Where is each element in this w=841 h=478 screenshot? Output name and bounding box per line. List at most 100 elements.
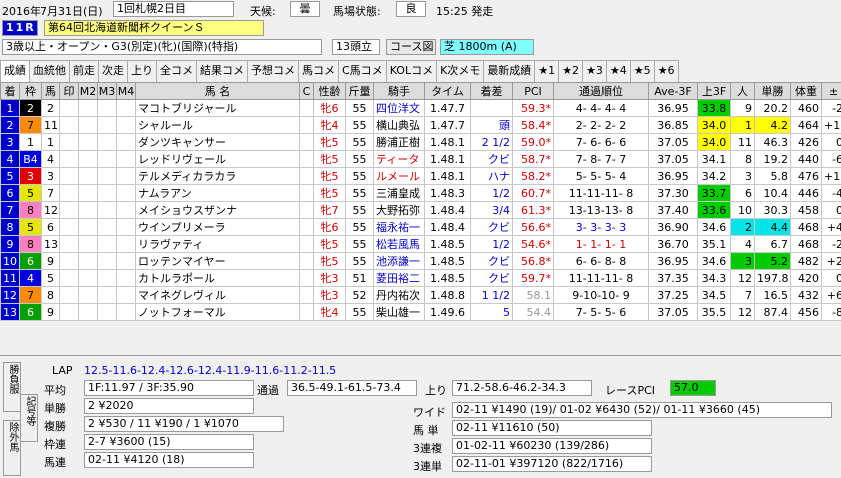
- tab-9[interactable]: C馬コメ: [338, 60, 387, 82]
- table-row[interactable]: 4 B4 4 レッドリヴェール 牝5 55 ティータ 1.48.1 クビ 58.7* 7- 8- 7…: [0, 150, 841, 168]
- column-header[interactable]: C: [299, 82, 314, 100]
- tab-10[interactable]: KOLコメ: [385, 60, 438, 82]
- cell-単: 87.4: [754, 303, 791, 321]
- cell-体: 456: [790, 303, 822, 321]
- tab-3[interactable]: 次走: [98, 60, 128, 82]
- table-row[interactable]: 2 7 11 シャルール 牝4 55 横山典弘 1.47.7 頭 58.4* 2- 2- 2- 23…: [0, 116, 841, 134]
- wide-value: 02-11 ¥1490 (19)/ 01-02 ¥6430 (52)/ 01-1…: [452, 402, 832, 418]
- column-header[interactable]: 馬 名: [135, 82, 300, 100]
- course-map-button[interactable]: コース図: [386, 39, 436, 55]
- column-header[interactable]: M3: [97, 82, 117, 100]
- cell-blank: [299, 303, 314, 321]
- tab-7[interactable]: 予想コメ: [247, 60, 299, 82]
- column-header[interactable]: 印: [59, 82, 79, 100]
- cell-blank: [59, 235, 79, 253]
- table-row[interactable]: 12 7 8 マイネグレヴィル 牝3 52 丹内祐次 1.48.8 1 1/2 58.1 9-10-…: [0, 286, 841, 304]
- cell-体: 464: [790, 116, 822, 134]
- cell-騎: 丹内祐次: [373, 286, 425, 304]
- table-row[interactable]: 10 6 9 ロッテンマイヤー 牝5 55 池添謙一 1.48.5 クビ 56.8* 6- 6- 8…: [0, 252, 841, 270]
- column-header[interactable]: 人: [730, 82, 755, 100]
- cell-着: 4: [0, 150, 20, 168]
- cell-差: 頭: [470, 116, 513, 134]
- table-row[interactable]: 6 5 7 ナムラアン 牝5 55 三浦皇成 1.48.3 1/2 60.7* 11-11-11- …: [0, 184, 841, 202]
- quinella-label: 馬連: [44, 456, 66, 469]
- tab-0[interactable]: 成績: [0, 60, 30, 82]
- marks-button[interactable]: 記号等: [20, 394, 38, 442]
- cell-馬: 9: [41, 303, 60, 321]
- cell-blank: [116, 116, 136, 134]
- column-header[interactable]: Ave-3F: [648, 82, 698, 100]
- bracket-value: 2-7 ¥3600 (15): [84, 434, 254, 450]
- tab-16[interactable]: ★4: [605, 60, 631, 82]
- cell-着: 7: [0, 201, 20, 219]
- cell-枠: 7: [19, 286, 42, 304]
- cell-blank: [78, 218, 98, 236]
- tab-18[interactable]: ★6: [653, 60, 679, 82]
- cell-着: 1: [0, 99, 20, 117]
- tab-15[interactable]: ★3: [582, 60, 607, 82]
- tab-14[interactable]: ★2: [558, 60, 584, 82]
- table-row[interactable]: 13 6 9 ノットフォーマル 牝4 55 柴山雄一 1.49.6 5 54.4 7- 5- 5- …: [0, 303, 841, 321]
- lap-values: 12.5-11.6-12.4-12.6-12.4-11.9-11.6-11.2-…: [84, 364, 337, 377]
- trifecta-label: 3連単: [413, 460, 442, 473]
- column-header[interactable]: 通過順位: [553, 82, 649, 100]
- tab-5[interactable]: 全コメ: [156, 60, 197, 82]
- table-row[interactable]: 9 8 13 リラヴァティ 牝5 55 松若風馬 1.48.5 1/2 54.6* 1- 1- 1-…: [0, 235, 841, 253]
- column-header[interactable]: 斤量: [345, 82, 374, 100]
- table-row[interactable]: 1 2 2 マコトブリジャール 牝6 55 四位洋文 1.47.7 59.3* 4- 4- 4- …: [0, 99, 841, 117]
- column-header[interactable]: 上3F: [697, 82, 731, 100]
- cell-通: 5- 5- 5- 4: [553, 167, 649, 185]
- cell-性齢: 牝5: [313, 235, 346, 253]
- cell-blank: [59, 150, 79, 168]
- cell-t: 1.48.3: [424, 184, 471, 202]
- tab-8[interactable]: 馬コメ: [298, 60, 339, 82]
- cell-単: 4.2: [754, 116, 791, 134]
- table-row[interactable]: 5 3 3 テルメディカラカラ 牝5 55 ルメール 1.48.1 ハナ 58.2* 5- 5- 5…: [0, 167, 841, 185]
- tab-11[interactable]: K次メモ: [436, 60, 485, 82]
- table-row[interactable]: 8 5 6 ウインプリメーラ 牝6 55 福永祐一 1.48.4 クビ 56.6* 3- 3- 3-…: [0, 218, 841, 236]
- place-label: 複勝: [44, 420, 66, 433]
- tab-1[interactable]: 血統他: [29, 60, 70, 82]
- cell-pm: +6: [821, 286, 841, 304]
- column-header[interactable]: タイム: [424, 82, 471, 100]
- table-row[interactable]: 11 4 5 カトルラポール 牝3 51 菱田裕二 1.48.5 クビ 59.7* 11-11-11…: [0, 269, 841, 287]
- tab-4[interactable]: 上り: [127, 60, 157, 82]
- cell-単: 30.3: [754, 201, 791, 219]
- table-row[interactable]: 7 8 12 メイショウスザンナ 牝7 55 大野拓弥 1.48.4 3/4 61.3* 13-13…: [0, 201, 841, 219]
- cell-ave: 36.90: [648, 218, 698, 236]
- cell-単: 197.8: [754, 269, 791, 287]
- cell-blank: [59, 99, 79, 117]
- cell-up: 34.1: [697, 150, 731, 168]
- cell-up: 33.6: [697, 201, 731, 219]
- column-header[interactable]: PCI: [512, 82, 554, 100]
- cell-blank: [97, 303, 117, 321]
- cell-blank: [78, 303, 98, 321]
- column-header[interactable]: 体重: [790, 82, 822, 100]
- tab-6[interactable]: 結果コメ: [196, 60, 248, 82]
- tab-12[interactable]: 最新成績: [483, 60, 536, 82]
- weather-label: 天候:: [250, 5, 276, 18]
- tab-17[interactable]: ★5: [629, 60, 655, 82]
- cell-up: 35.1: [697, 235, 731, 253]
- column-header[interactable]: M4: [116, 82, 136, 100]
- column-header[interactable]: 着差: [470, 82, 513, 100]
- cell-blank: [116, 184, 136, 202]
- cell-馬: 4: [41, 150, 60, 168]
- column-header[interactable]: 性齢: [313, 82, 346, 100]
- cell-t: 1.48.1: [424, 167, 471, 185]
- silks-button[interactable]: 勝負服: [3, 362, 21, 412]
- column-header[interactable]: 騎手: [373, 82, 425, 100]
- column-header[interactable]: 馬: [41, 82, 60, 100]
- cell-差: 2 1/2: [470, 133, 513, 151]
- table-row[interactable]: 3 1 1 ダンツキャンサー 牝5 55 勝浦正樹 1.48.1 2 1/2 59.0* 7- 6-…: [0, 133, 841, 151]
- cell-blank: [59, 218, 79, 236]
- scratched-button[interactable]: 除外馬: [3, 420, 21, 476]
- column-header[interactable]: ±: [821, 82, 841, 100]
- column-header[interactable]: 着: [0, 82, 20, 100]
- column-header[interactable]: 単勝: [754, 82, 791, 100]
- column-header[interactable]: 枠: [19, 82, 42, 100]
- tab-2[interactable]: 前走: [69, 60, 99, 82]
- column-header[interactable]: M2: [78, 82, 98, 100]
- race-pci-value: 57.0: [670, 380, 716, 396]
- tab-13[interactable]: ★1: [534, 60, 560, 82]
